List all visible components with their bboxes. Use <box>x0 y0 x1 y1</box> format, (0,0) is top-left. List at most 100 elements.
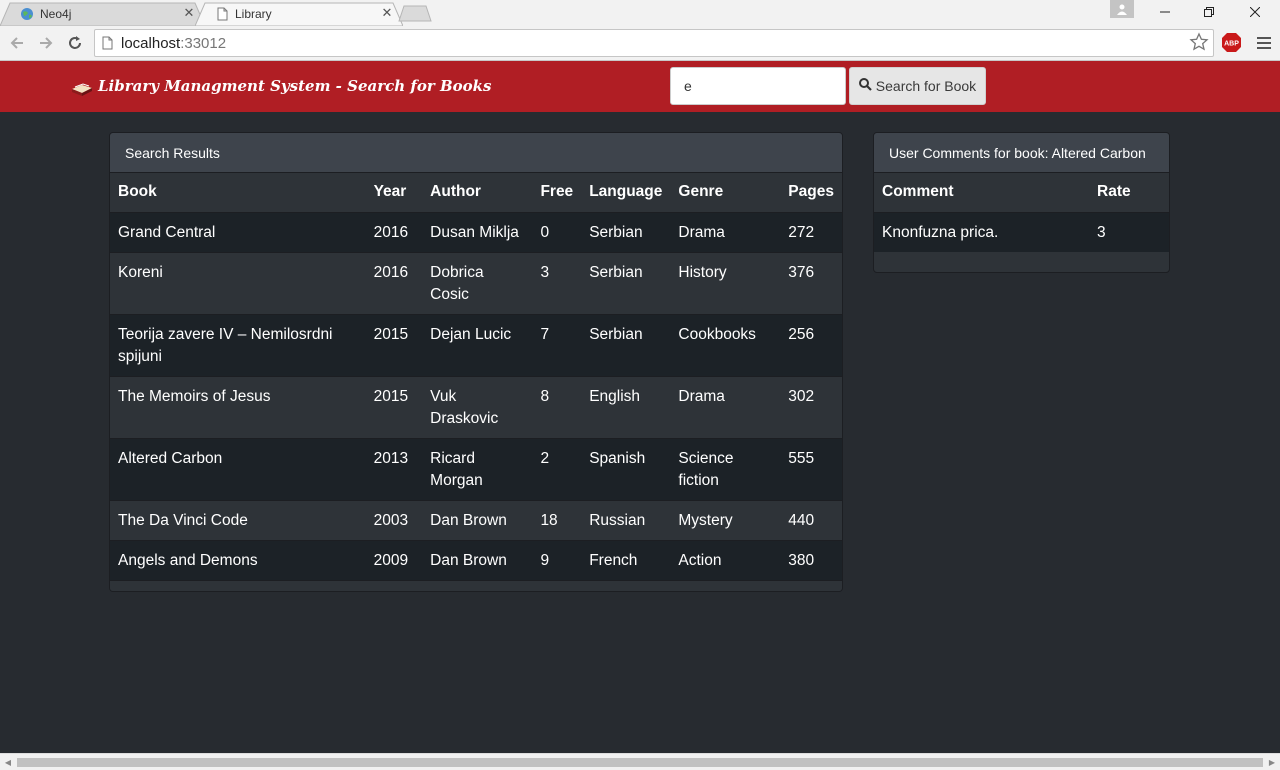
panel-heading: Search Results <box>110 133 842 173</box>
url-text: localhost:33012 <box>121 35 226 52</box>
table-cell: Dusan Miklja <box>422 211 533 252</box>
column-header: Book <box>118 183 157 201</box>
table-row[interactable]: The Da Vinci Code 2003 Dan Brown 18 Russian M… <box>110 499 842 540</box>
user-comments-panel: User Comments for book: Altered Carbon C… <box>873 132 1170 273</box>
column-header: Genre <box>678 183 724 201</box>
table-cell: 0 <box>532 579 582 591</box>
table-cell: Vuk Draskovic <box>422 375 533 438</box>
table-cell: Dan Brown <box>422 499 533 540</box>
table-cell: 380 <box>780 539 842 580</box>
table-cell: Altered Carbon <box>110 437 366 500</box>
search-input[interactable] <box>670 67 846 105</box>
table-cell: 8 <box>532 375 582 438</box>
comments-table-body: Knonfuzna prica. 3 <box>874 211 1169 252</box>
horizontal-scrollbar[interactable]: ◀ ▶ <box>0 753 1280 770</box>
browser-tab-neo4j[interactable]: Neo4j ✕ <box>0 2 205 26</box>
table-cell: Teorija zavere IV – Nemilosrdni spijuni <box>110 313 366 376</box>
minimize-icon[interactable] <box>1153 3 1177 21</box>
table-cell: 256 <box>780 313 842 376</box>
table-cell: 302 <box>780 579 842 591</box>
table-cell: History <box>670 251 781 314</box>
table-header-row: Comment Rate <box>874 173 1169 212</box>
table-cell: 2013 <box>365 437 423 500</box>
table-cell: 2015 <box>365 375 423 438</box>
table-cell: 3 <box>532 251 582 314</box>
forward-icon[interactable] <box>34 31 58 55</box>
table-cell: 272 <box>780 211 842 252</box>
table-cell: Koreni <box>110 251 366 314</box>
profile-icon[interactable] <box>1110 0 1134 18</box>
scrollbar-thumb[interactable] <box>17 758 1263 767</box>
table-row[interactable]: Grand Central 2016 Dusan Miklja 0 Serbian Dra… <box>110 211 842 252</box>
column-header: Comment <box>882 183 954 201</box>
table-cell: Serbian <box>581 211 671 252</box>
table-row[interactable]: Knonfuzna prica. 3 <box>874 211 1169 252</box>
table-cell: Angels and Demons <box>110 539 366 580</box>
table-cell: The Memoirs of Jesus <box>110 375 366 438</box>
browser-toolbar: localhost:33012 ABP <box>0 26 1280 61</box>
panel-heading: User Comments for book: Altered Carbon <box>874 133 1169 173</box>
new-tab-button[interactable] <box>398 5 432 22</box>
table-cell: Cookbooks <box>670 313 781 376</box>
table-cell: Romance <box>670 579 781 591</box>
table-header-row: Book Year Author Free Language Genre Pages <box>110 173 842 212</box>
table-cell: 2016 <box>365 211 423 252</box>
table-row[interactable]: Altered Carbon 2013 Ricard Morgan 2 Spanish S… <box>110 437 842 500</box>
table-cell: Serbian <box>581 251 671 314</box>
table-cell: Serbian <box>581 313 671 376</box>
book-icon <box>72 83 92 96</box>
reload-icon[interactable] <box>63 31 87 55</box>
brand[interactable]: Library Managment System - Search for Bo… <box>70 75 491 97</box>
table-cell: 2003 <box>365 499 423 540</box>
close-window-icon[interactable] <box>1243 3 1267 21</box>
bookmark-star-icon[interactable] <box>1189 32 1209 57</box>
close-icon[interactable]: ✕ <box>381 6 393 19</box>
table-cell: 555 <box>780 437 842 500</box>
menu-icon[interactable] <box>1254 33 1274 53</box>
adblock-icon[interactable]: ABP <box>1221 32 1242 53</box>
scroll-right-icon[interactable]: ▶ <box>1266 757 1278 768</box>
table-cell: 1996 <box>365 579 423 591</box>
url-port: :33012 <box>180 35 227 52</box>
browser-tab-library[interactable]: Library ✕ <box>195 2 403 26</box>
scroll-left-icon[interactable]: ◀ <box>2 757 14 768</box>
address-bar[interactable]: localhost:33012 <box>94 29 1214 57</box>
table-row[interactable]: The Notebook1996Nikolas Sparks0FrenchRom… <box>110 579 842 591</box>
table-row[interactable]: Teorija zavere IV – Nemilosrdni spijuni 2… <box>110 313 842 376</box>
app-navbar: Library Managment System - Search for Bo… <box>0 61 1280 112</box>
close-icon[interactable]: ✕ <box>183 6 195 19</box>
column-header: Rate <box>1097 183 1131 201</box>
table-cell: 302 <box>780 375 842 438</box>
table-cell: Grand Central <box>110 211 366 252</box>
tab-title: Library <box>235 7 272 21</box>
table-cell: Dan Brown <box>422 539 533 580</box>
table-cell: Science fiction <box>670 437 781 500</box>
brand-title: Library Managment System - Search for Bo… <box>98 77 492 95</box>
table-cell: 440 <box>780 499 842 540</box>
column-header: Pages <box>788 183 834 201</box>
table-row[interactable]: Koreni 2016 Dobrica Cosic 3 Serbian History 37… <box>110 251 842 314</box>
table-cell: The Da Vinci Code <box>110 499 366 540</box>
search-icon <box>858 78 872 94</box>
results-table: Book Year Author Free Language Genre Pages Gra… <box>110 173 842 591</box>
column-header: Language <box>589 183 663 201</box>
search-button-label: Search for Book <box>875 78 977 94</box>
table-cell: Knonfuzna prica. <box>874 211 1089 252</box>
table-cell: French <box>581 539 671 580</box>
table-row[interactable]: Angels and Demons 2009 Dan Brown 9 French Act… <box>110 539 842 580</box>
search-results-panel: Search Results Book Year Author Free Languag… <box>109 132 843 592</box>
globe-icon <box>20 7 34 21</box>
table-cell: 9 <box>532 539 582 580</box>
table-cell: 2016 <box>365 251 423 314</box>
table-cell: Dejan Lucic <box>422 313 533 376</box>
tab-title: Neo4j <box>40 7 72 21</box>
page-icon <box>215 7 229 21</box>
table-cell: Mystery <box>670 499 781 540</box>
restore-icon[interactable] <box>1197 3 1221 21</box>
search-button[interactable]: Search for Book <box>849 67 986 105</box>
table-row[interactable]: The Memoirs of Jesus 2015 Vuk Draskovic 8 En… <box>110 375 842 438</box>
back-icon[interactable] <box>5 31 29 55</box>
page-icon <box>102 36 113 55</box>
table-cell: Action <box>670 539 781 580</box>
table-cell: Dobrica Cosic <box>422 251 533 314</box>
